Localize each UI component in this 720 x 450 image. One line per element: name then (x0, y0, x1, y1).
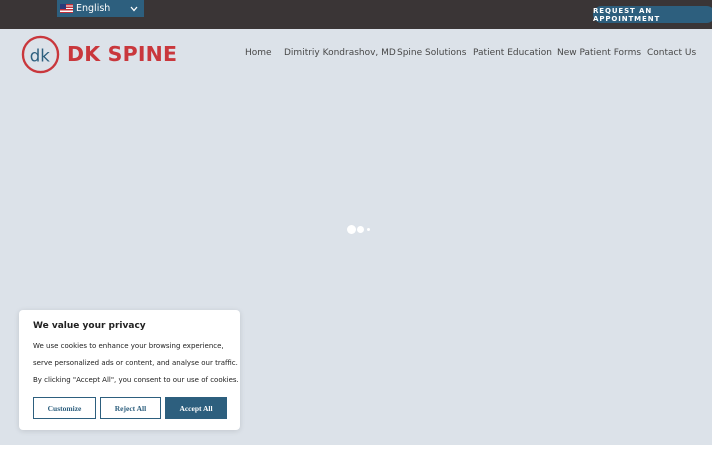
us-flag-icon (60, 4, 73, 13)
nav-item-patient-education[interactable]: Patient Education (473, 48, 552, 58)
dk-monogram-icon: dk (21, 35, 60, 73)
cookie-text-line: serve personalized ads or content, and a… (33, 359, 238, 367)
svg-text:dk: dk (30, 46, 51, 65)
reject-all-button[interactable]: Reject All (100, 397, 161, 419)
cookie-consent-banner: We value your privacy We use cookies to … (19, 310, 240, 430)
nav-item-home[interactable]: Home (245, 48, 272, 58)
accept-all-button[interactable]: Accept All (165, 397, 227, 419)
customize-button[interactable]: Customize (33, 397, 96, 419)
language-selector[interactable]: English (57, 0, 144, 17)
nav-item-new-patient-forms[interactable]: New Patient Forms (557, 48, 641, 58)
nav-item-doctor[interactable]: Dimitriy Kondrashov, MD (284, 48, 396, 58)
cookie-title: We value your privacy (33, 321, 146, 331)
request-appointment-button[interactable]: REQUEST AN APPOINTMENT (593, 6, 715, 23)
chevron-down-icon (127, 2, 141, 16)
cookie-text-line: We use cookies to enhance your browsing … (33, 342, 224, 350)
cookie-text-line: By clicking "Accept All", you consent to… (33, 376, 239, 384)
site-logo[interactable]: dk DK SPINE (21, 35, 177, 73)
top-bar: English REQUEST AN APPOINTMENT (0, 0, 715, 29)
site-header: dk DK SPINE Home Dimitriy Kondrashov, MD… (0, 29, 712, 79)
nav-item-spine-solutions[interactable]: Spine Solutions (397, 48, 466, 58)
page-edge (712, 0, 720, 450)
nav-item-contact[interactable]: Contact Us (647, 48, 696, 58)
logo-text: DK SPINE (67, 42, 178, 66)
language-label: English (76, 3, 111, 14)
